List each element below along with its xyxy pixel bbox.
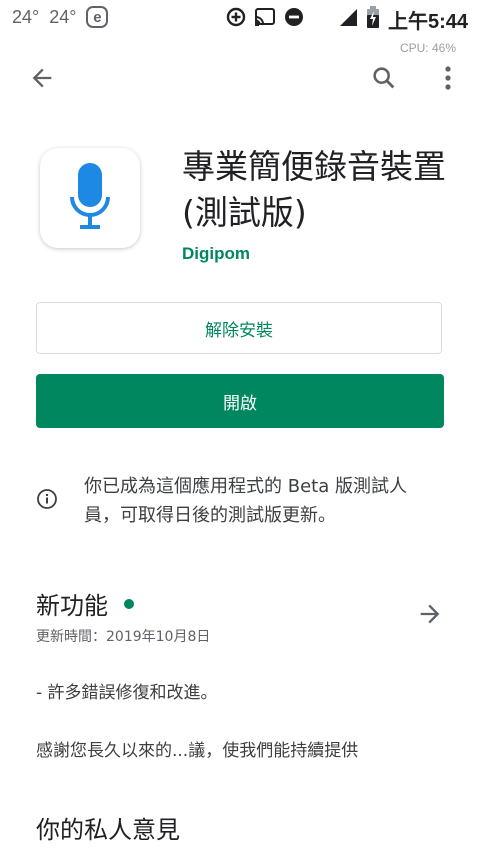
uninstall-button[interactable]: 解除安裝 [36, 302, 442, 354]
back-arrow-icon[interactable] [20, 56, 64, 100]
app-bar [0, 52, 480, 106]
whats-new-line-2: 感謝您長久以來的...議，使我們能持續提供 [36, 741, 359, 761]
whats-new-heading: 新功能 [36, 586, 446, 621]
whats-new-line-1: - 許多錯誤修復和改進。 [36, 683, 218, 703]
battery-icon [366, 6, 380, 33]
signal-icon [338, 7, 358, 32]
status-bar-left: 24° 24° e [12, 6, 109, 28]
temperature-2: 24° [49, 6, 77, 27]
temperature-1: 24° [12, 6, 40, 27]
private-feedback-title: 你的私人意見 [36, 816, 180, 844]
app-header: 專業簡便錄音裝置 (測試版) Digipom [40, 146, 460, 266]
status-bar: 24° 24° e 上午5:44 [0, 0, 480, 38]
new-indicator-dot [124, 598, 134, 609]
more-vert-icon[interactable] [426, 56, 470, 100]
whats-new-section[interactable]: 新功能 更新時間：2019年10月8日 [36, 586, 446, 645]
app-title: 專業簡便錄音裝置 (測試版) [182, 147, 446, 232]
microphone-icon [70, 163, 110, 229]
e-badge-icon: e [86, 6, 109, 28]
open-button[interactable]: 開啟 [36, 374, 444, 428]
status-bar-right: 上午5:44 [226, 5, 468, 34]
update-date: 更新時間：2019年10月8日 [36, 629, 211, 645]
search-icon[interactable] [362, 56, 406, 100]
app-icon[interactable] [40, 148, 140, 248]
info-icon [36, 488, 58, 514]
cast-icon [254, 7, 276, 32]
arrow-forward-icon[interactable] [416, 600, 444, 632]
do-not-disturb-icon [284, 7, 304, 32]
data-saver-icon [226, 7, 246, 32]
beta-notice-text: 你已成為這個應用程式的 Beta 版測試人員，可取得日後的測試版更新。 [84, 476, 407, 526]
whats-new-title: 新功能 [36, 592, 108, 620]
clock: 上午5:44 [387, 11, 468, 33]
developer-link[interactable]: Digipom [182, 244, 250, 264]
